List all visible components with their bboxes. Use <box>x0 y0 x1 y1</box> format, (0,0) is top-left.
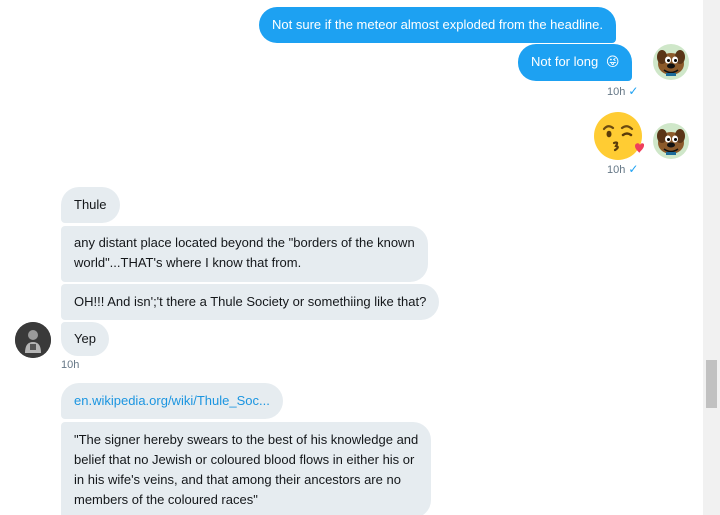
scooby-doo-avatar[interactable] <box>653 123 689 159</box>
received-message[interactable]: OH!!! And isn';'t there a Thule Society … <box>61 284 440 320</box>
wikipedia-link[interactable]: en.wikipedia.org/wiki/Thule_Soc... <box>74 393 270 408</box>
message-line: members of the coloured races" <box>74 492 258 507</box>
sent-message[interactable]: Not sure if the meteor almost exploded f… <box>259 7 616 43</box>
message-line: in his wife's veins, and that among thei… <box>74 472 401 487</box>
dog-icon <box>657 129 685 155</box>
face-blowing-kiss-emoji[interactable] <box>592 110 645 162</box>
message-line: "The signer hereby swears to the best of… <box>74 432 419 447</box>
scooby-doo-avatar[interactable] <box>653 44 689 80</box>
kiss-emoji-icon <box>594 112 645 160</box>
received-message[interactable]: any distant place located beyond the "bo… <box>61 226 428 282</box>
message-line: belief that no Jewish or coloured blood … <box>74 452 415 467</box>
read-check-icon: ✓ <box>628 162 639 176</box>
message-text: Not for long <box>531 54 599 69</box>
scrollbar-thumb[interactable] <box>706 360 717 408</box>
read-check-icon: ✓ <box>628 84 639 98</box>
received-message[interactable]: Thule <box>61 187 120 223</box>
dark-figure-avatar[interactable] <box>15 322 51 358</box>
winking-tongue-emoji: 😜 <box>605 54 620 69</box>
message-timestamp: 10h <box>61 359 80 371</box>
dog-icon <box>657 50 685 76</box>
sent-message[interactable]: Not for long 😜 <box>518 44 633 81</box>
dm-conversation: Not sure if the meteor almost exploded f… <box>0 0 720 515</box>
message-line: world"...THAT's where I know that from. <box>74 255 302 270</box>
message-line: any distant place located beyond the "bo… <box>74 235 415 250</box>
link-message[interactable]: en.wikipedia.org/wiki/Thule_Soc... <box>61 383 283 419</box>
message-timestamp: 10h ✓ <box>607 162 639 176</box>
message-timestamp: 10h ✓ <box>607 84 639 98</box>
person-icon <box>15 322 51 358</box>
scrollbar[interactable] <box>703 0 720 515</box>
received-message[interactable]: "The signer hereby swears to the best of… <box>61 422 432 515</box>
received-message[interactable]: Yep <box>61 322 109 356</box>
